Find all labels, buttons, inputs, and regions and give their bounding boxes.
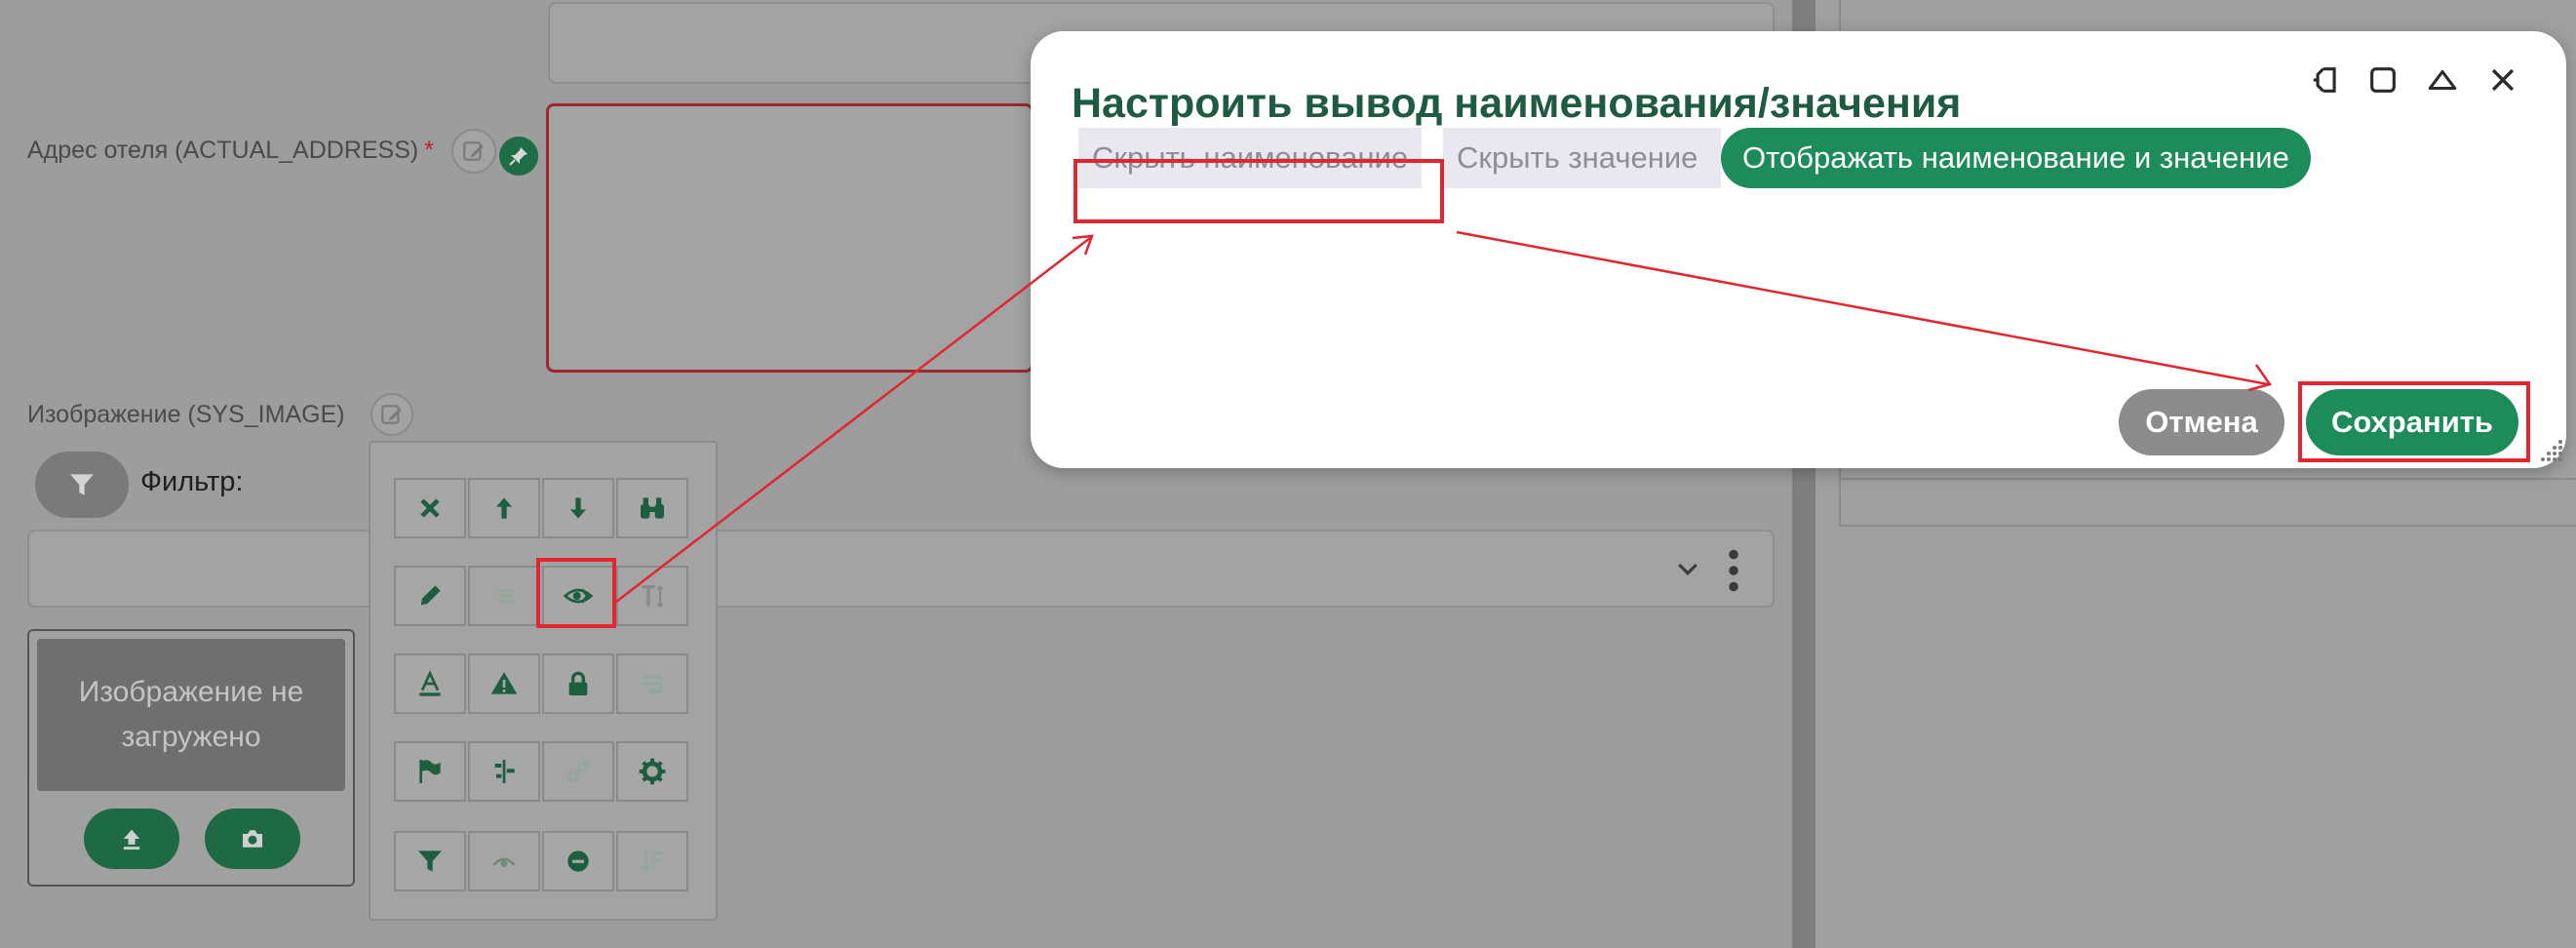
close-button[interactable] (2483, 60, 2522, 99)
image-card: Изображение не загружено (27, 629, 355, 887)
chevron-down-icon (1678, 563, 1698, 575)
edit-icon (381, 405, 402, 424)
filter-icon (418, 850, 442, 872)
lock-icon (568, 671, 588, 695)
image-placeholder: Изображение не загружено (37, 639, 345, 791)
warning-icon (490, 672, 518, 694)
delete-tool[interactable] (394, 478, 466, 538)
filter-label: Фильтр: (140, 466, 244, 497)
gear-icon (639, 758, 666, 785)
edit-image-button[interactable] (371, 393, 413, 436)
dialog-title: Настроить вывод наименования/значения (1072, 80, 1962, 127)
filter-select[interactable] (27, 530, 1775, 608)
toolbar-palette (369, 441, 718, 921)
option-show-name-and-value[interactable]: Отображать наименование и значение (1721, 128, 2311, 188)
sort-icon (641, 850, 663, 873)
view-tool[interactable] (468, 831, 540, 891)
maximize-button[interactable] (2363, 60, 2402, 99)
font-color-icon (419, 670, 441, 696)
flag-tool[interactable] (394, 741, 466, 802)
link-icon (566, 760, 590, 783)
option-hide-value[interactable]: Скрыть значение (1443, 128, 1721, 188)
align-tool[interactable] (468, 741, 540, 802)
right-pane-line (1839, 478, 2576, 480)
highlight-save (2298, 381, 2530, 462)
text-height-tool[interactable] (616, 566, 688, 626)
list-tool[interactable] (468, 566, 540, 626)
find-tool[interactable] (616, 478, 688, 538)
more-vertical-icon (1729, 549, 1738, 592)
edit-icon (463, 141, 484, 161)
list-icon (494, 589, 514, 603)
warning-tool[interactable] (468, 653, 540, 714)
cancel-button[interactable]: Отмена (2119, 389, 2284, 455)
pin-window-button[interactable] (2308, 60, 2347, 99)
maximize-icon (2370, 67, 2396, 93)
highlight-visibility-tool (536, 558, 616, 628)
filter-button[interactable] (35, 452, 129, 518)
flag-icon (419, 760, 441, 783)
camera-button[interactable] (205, 809, 300, 869)
address-textarea[interactable] (546, 103, 1034, 373)
filter-icon (70, 474, 94, 495)
font-color-tool[interactable] (394, 653, 466, 714)
filter-tool[interactable] (394, 831, 466, 891)
highlight-hide-name (1073, 159, 1444, 223)
move-down-tool[interactable] (542, 478, 614, 538)
edit-address-button[interactable] (451, 129, 496, 174)
pencil-icon (420, 585, 441, 606)
wrap-icon (642, 676, 664, 696)
image-label: Изображение (SYS_IMAGE) (27, 401, 345, 428)
pin-icon (509, 147, 527, 166)
edit-tool[interactable] (394, 566, 466, 626)
pin-icon (2313, 67, 2336, 93)
close-icon (2491, 68, 2515, 92)
address-label: Адрес отеля (ACTUAL_ADDRESS) * (27, 137, 434, 164)
collapse-button[interactable] (2423, 60, 2462, 99)
view-icon (492, 857, 516, 867)
link-tool[interactable] (542, 741, 614, 802)
move-up-tool[interactable] (468, 478, 540, 538)
wrap-tool[interactable] (616, 653, 688, 714)
upload-icon (123, 829, 140, 850)
binoculars-icon (641, 497, 664, 519)
pin-address-button[interactable] (499, 137, 538, 176)
camera-icon (243, 830, 262, 848)
text-height-icon (642, 584, 664, 609)
upload-button[interactable] (84, 809, 179, 869)
sort-tool[interactable] (616, 831, 688, 891)
arrow-up-icon (496, 497, 512, 519)
remove-tool[interactable] (542, 831, 614, 891)
lock-tool[interactable] (542, 653, 614, 714)
collapse-icon (2428, 69, 2457, 91)
close-icon (420, 498, 440, 518)
resize-grip-icon[interactable] (2535, 436, 2564, 465)
minus-circle-icon (567, 850, 589, 872)
align-icon (494, 760, 515, 783)
arrow-down-icon (570, 497, 586, 519)
settings-tool[interactable] (616, 741, 688, 802)
